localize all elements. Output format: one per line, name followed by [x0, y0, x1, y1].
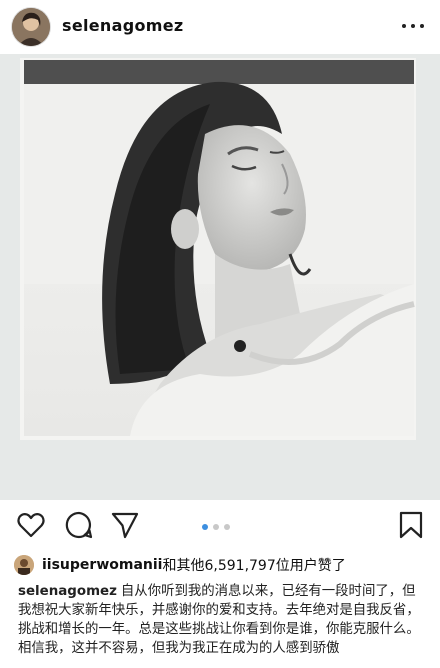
liker-avatar[interactable] — [14, 555, 34, 575]
likes-count-text[interactable]: 和其他6,591,797位用户赞了 — [162, 555, 345, 575]
avatar[interactable] — [12, 8, 50, 46]
bookmark-icon[interactable] — [396, 510, 426, 540]
post-caption: selenagomez 自从你听到我的消息以来，已经有一段时间了，但我想祝大家新年… — [18, 582, 426, 658]
carousel-indicator — [202, 524, 230, 530]
comment-icon[interactable] — [64, 510, 94, 540]
caption-username[interactable]: selenagomez — [18, 584, 117, 599]
more-horizontal-icon[interactable] — [402, 16, 424, 36]
heart-icon[interactable] — [16, 510, 46, 540]
instagram-post: selenagomez iisuperwomanii 和其他6,591,797位… — [0, 0, 440, 668]
likes-row: iisuperwomanii 和其他6,591,797位用户赞了 — [14, 553, 346, 577]
carousel-dot — [213, 524, 219, 530]
carousel-dot-active — [202, 524, 208, 530]
post-image[interactable] — [0, 54, 440, 500]
username[interactable]: selenagomez — [62, 16, 183, 35]
liker-username[interactable]: iisuperwomanii — [42, 557, 162, 573]
send-icon[interactable] — [110, 510, 140, 540]
action-bar — [0, 506, 440, 546]
carousel-dot — [224, 524, 230, 530]
post-header: selenagomez — [0, 0, 440, 54]
